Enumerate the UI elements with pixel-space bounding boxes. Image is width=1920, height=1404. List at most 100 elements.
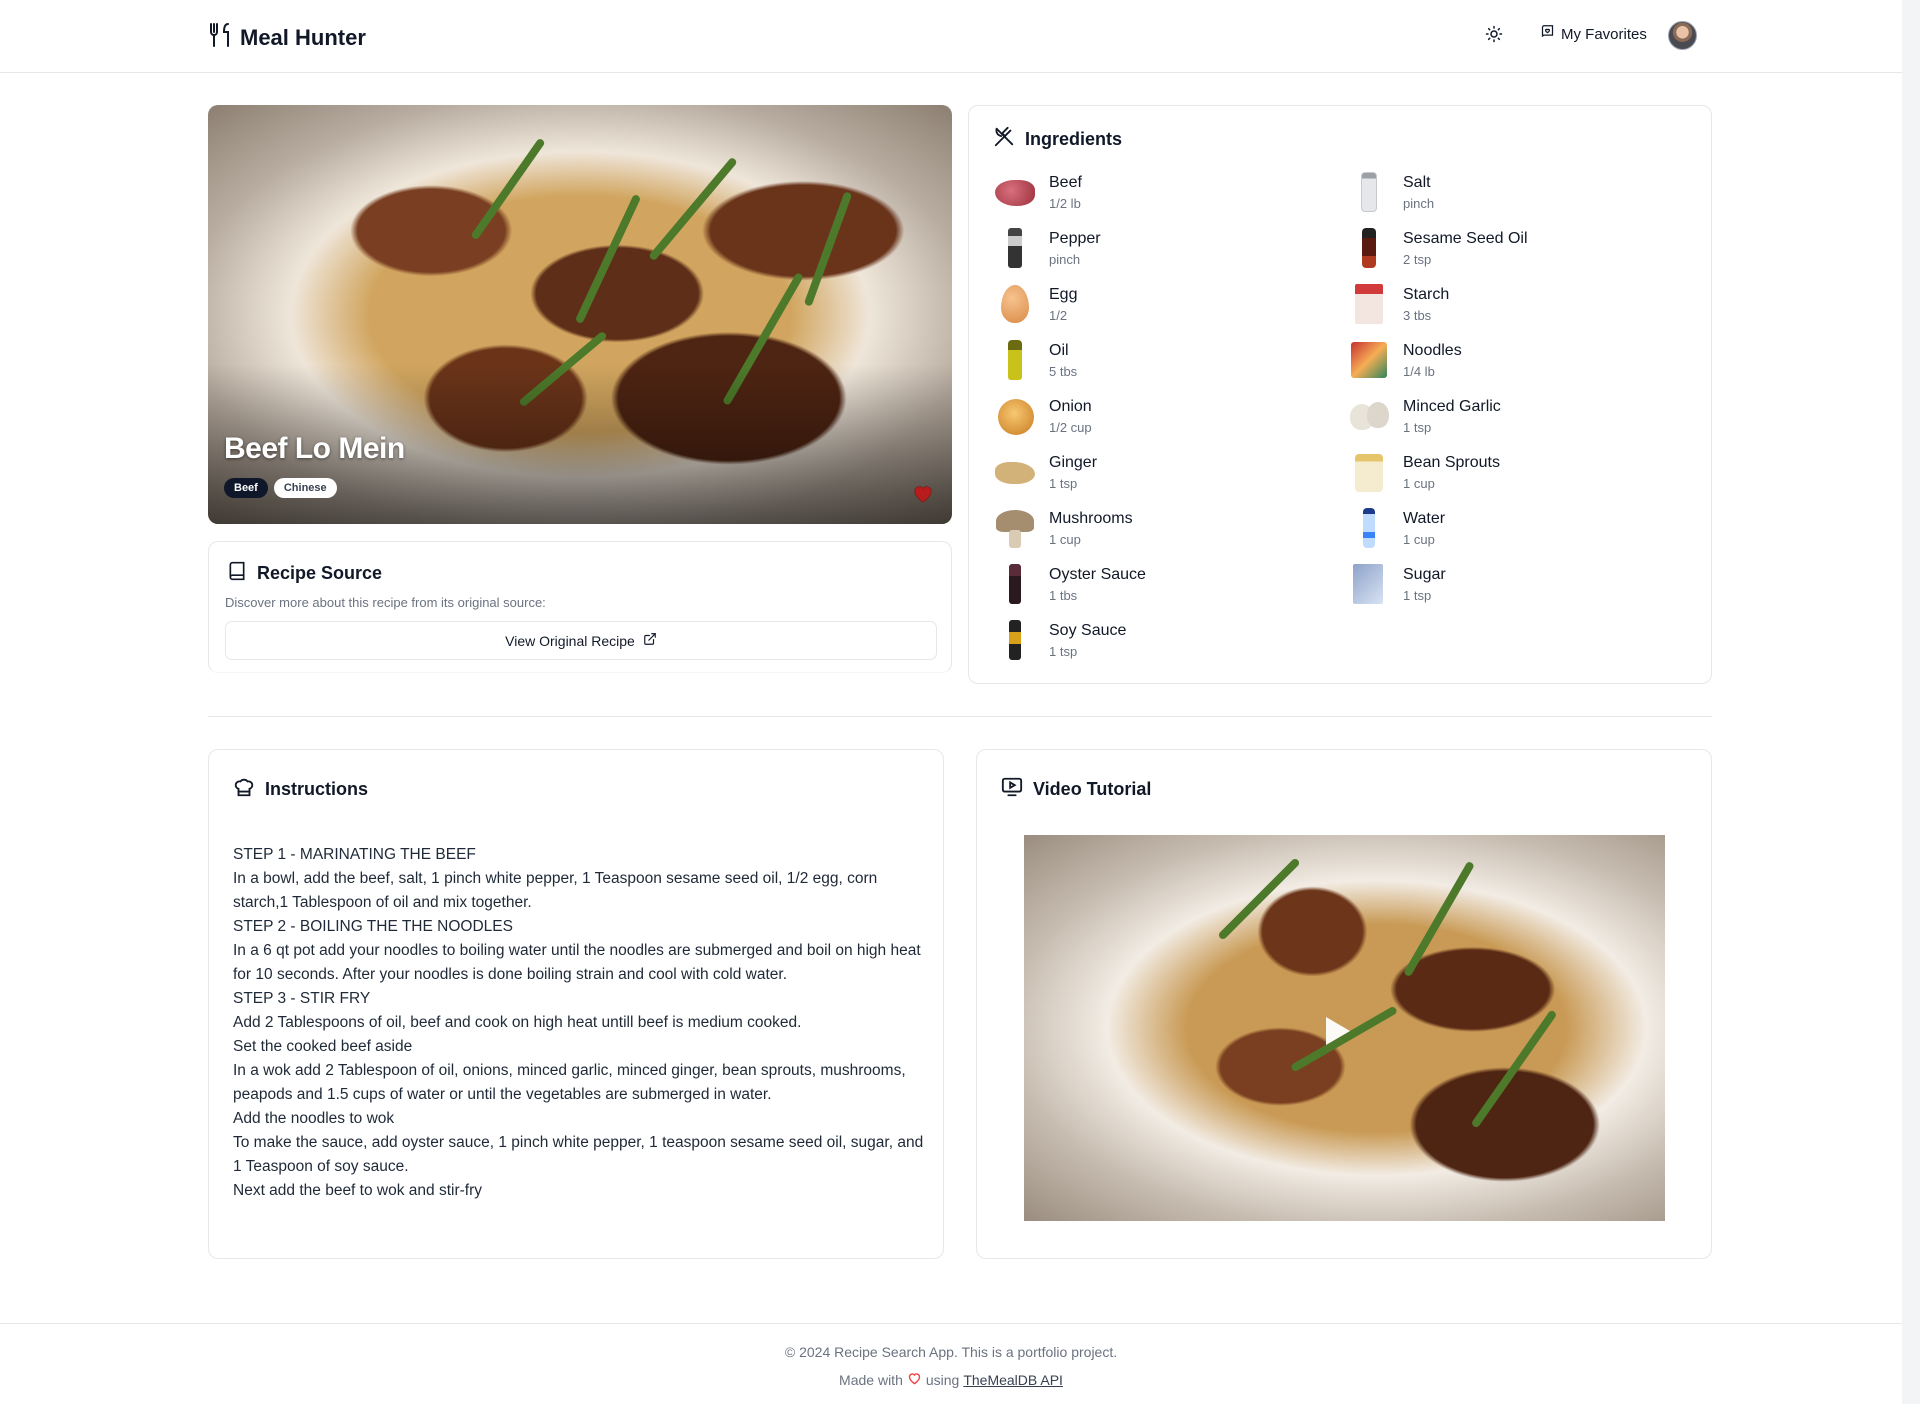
asparagus-shape bbox=[803, 191, 853, 307]
favorite-heart-button[interactable] bbox=[912, 483, 936, 505]
asparagus-shape bbox=[1217, 857, 1301, 941]
ingredient-quantity: pinch bbox=[1049, 251, 1081, 267]
footer: © 2024 Recipe Search App. This is a port… bbox=[0, 1323, 1902, 1404]
recipe-hero-image: Beef Lo Mein Beef Chinese bbox=[208, 105, 952, 524]
asparagus-shape bbox=[648, 156, 738, 262]
ingredient-item: Salt pinch bbox=[1347, 164, 1528, 220]
scrollbar-thumb[interactable] bbox=[1905, 6, 1917, 1394]
ingredient-quantity: 1 tsp bbox=[1403, 587, 1432, 603]
ingredient-item: Water 1 cup bbox=[1347, 500, 1528, 556]
ingredient-quantity: 1 cup bbox=[1049, 531, 1081, 547]
ingredient-name: Minced Garlic bbox=[1403, 397, 1501, 415]
view-original-recipe-label: View Original Recipe bbox=[505, 632, 635, 649]
theme-toggle-button[interactable] bbox=[1480, 22, 1508, 50]
view-original-recipe-button[interactable]: View Original Recipe bbox=[225, 621, 937, 660]
instruction-line: STEP 2 - BOILING THE THE NOODLES bbox=[233, 918, 513, 935]
instruction-line: STEP 3 - STIR FRY bbox=[233, 990, 371, 1007]
salt-icon bbox=[1347, 170, 1391, 214]
recipe-source-title: Recipe Source bbox=[257, 563, 383, 583]
ingredient-name: Noodles bbox=[1403, 341, 1462, 359]
ingredient-quantity: 1 tsp bbox=[1403, 419, 1432, 435]
external-link-icon bbox=[643, 632, 657, 649]
instruction-line: To make the sauce, add oyster sauce, 1 p… bbox=[233, 1134, 924, 1175]
ingredient-item: Oil 5 tbs bbox=[993, 332, 1146, 388]
noodles-icon bbox=[1347, 338, 1391, 382]
recipe-tags: Beef Chinese bbox=[224, 478, 337, 498]
ingredients-column-1: Beef 1/2 lb Pepper pinch Egg 1/2 Oil 5 tbs Onion… bbox=[993, 164, 1146, 668]
ingredient-item: Soy Sauce 1 tsp bbox=[993, 612, 1146, 668]
ingredient-text: Sugar 1 tsp bbox=[1403, 566, 1446, 603]
ingredient-quantity: 1 tbs bbox=[1049, 587, 1078, 603]
garlic-icon bbox=[1347, 394, 1391, 438]
instruction-line: Set the cooked beef aside bbox=[233, 1038, 413, 1055]
instruction-line: STEP 1 - MARINATING THE BEEF bbox=[233, 846, 476, 863]
ingredient-item: Onion 1/2 cup bbox=[993, 388, 1146, 444]
ingredient-item: Egg 1/2 bbox=[993, 276, 1146, 332]
my-favorites-button[interactable]: My Favorites bbox=[1540, 24, 1647, 44]
ingredient-text: Oyster Sauce 1 tbs bbox=[1049, 566, 1146, 603]
asparagus-shape bbox=[1470, 1009, 1558, 1129]
video-tutorial-title: Video Tutorial bbox=[1033, 779, 1152, 799]
ingredient-quantity: 2 tsp bbox=[1403, 251, 1432, 267]
pepper-icon bbox=[993, 226, 1037, 270]
ingredient-text: Mushrooms 1 cup bbox=[1049, 510, 1133, 547]
brand-title: Meal Hunter bbox=[240, 24, 366, 50]
asparagus-shape bbox=[574, 193, 642, 325]
ingredient-name: Soy Sauce bbox=[1049, 621, 1127, 639]
ingredient-name: Egg bbox=[1049, 285, 1078, 303]
chef-hat-icon bbox=[233, 776, 255, 803]
ingredient-quantity: 1/2 bbox=[1049, 307, 1068, 323]
mealdb-api-link[interactable]: TheMealDB API bbox=[963, 1372, 1063, 1388]
ingredient-name: Water bbox=[1403, 509, 1446, 527]
my-favorites-label: My Favorites bbox=[1561, 25, 1647, 43]
scrollbar[interactable] bbox=[1902, 0, 1920, 1404]
instructions-text: STEP 1 - MARINATING THE BEEF In a bowl, a… bbox=[233, 843, 933, 1203]
recipe-title: Beef Lo Mein bbox=[224, 432, 405, 465]
ingredient-quantity: 5 tbs bbox=[1049, 363, 1078, 379]
ingredient-text: Pepper pinch bbox=[1049, 230, 1101, 267]
ingredient-quantity: pinch bbox=[1403, 195, 1435, 211]
ingredient-name: Sesame Seed Oil bbox=[1403, 229, 1528, 247]
bean-sprouts-icon bbox=[1347, 450, 1391, 494]
recipe-source-card: Recipe Source Discover more about this r… bbox=[208, 541, 952, 673]
ingredient-name: Pepper bbox=[1049, 229, 1101, 247]
video-player[interactable] bbox=[1024, 835, 1665, 1221]
ingredients-header: Ingredients bbox=[993, 126, 1122, 153]
ingredient-text: Minced Garlic 1 tsp bbox=[1403, 398, 1501, 435]
egg-icon bbox=[993, 282, 1037, 326]
ingredient-item: Mushrooms 1 cup bbox=[993, 500, 1146, 556]
recipe-source-description: Discover more about this recipe from its… bbox=[225, 595, 546, 610]
onion-icon bbox=[993, 394, 1037, 438]
heart-outline-icon bbox=[907, 1371, 922, 1388]
ingredient-name: Ginger bbox=[1049, 453, 1098, 471]
sugar-icon bbox=[1347, 562, 1391, 606]
area-badge: Chinese bbox=[273, 478, 337, 498]
category-badge: Beef bbox=[224, 478, 268, 498]
ingredient-item: Beef 1/2 lb bbox=[993, 164, 1146, 220]
ingredient-name: Beef bbox=[1049, 173, 1082, 191]
ingredient-item: Oyster Sauce 1 tbs bbox=[993, 556, 1146, 612]
ingredient-text: Egg 1/2 bbox=[1049, 286, 1077, 323]
ingredient-name: Onion bbox=[1049, 397, 1092, 415]
water-icon bbox=[1347, 506, 1391, 550]
play-button[interactable] bbox=[1316, 1011, 1356, 1051]
oyster-sauce-icon bbox=[993, 562, 1037, 606]
instructions-header: Instructions bbox=[233, 776, 368, 803]
ingredient-quantity: 1/2 lb bbox=[1049, 195, 1081, 211]
ingredient-quantity: 1 cup bbox=[1403, 475, 1435, 491]
instruction-line: In a wok add 2 Tablespoon of oil, onions… bbox=[233, 1062, 906, 1103]
ingredient-name: Oil bbox=[1049, 341, 1069, 359]
user-avatar[interactable] bbox=[1668, 21, 1697, 50]
instruction-line: Next add the beef to wok and stir-fry bbox=[233, 1182, 482, 1199]
brand[interactable]: Meal Hunter bbox=[208, 22, 366, 53]
ingredient-item: Starch 3 tbs bbox=[1347, 276, 1528, 332]
ingredient-text: Starch 3 tbs bbox=[1403, 286, 1449, 323]
section-divider bbox=[208, 716, 1712, 717]
ingredient-name: Salt bbox=[1403, 173, 1431, 191]
oil-icon bbox=[993, 338, 1037, 382]
ingredient-item: Bean Sprouts 1 cup bbox=[1347, 444, 1528, 500]
ingredient-text: Oil 5 tbs bbox=[1049, 342, 1077, 379]
footer-made-with: Made with bbox=[839, 1371, 903, 1388]
ingredient-text: Bean Sprouts 1 cup bbox=[1403, 454, 1500, 491]
ingredient-text: Noodles 1/4 lb bbox=[1403, 342, 1462, 379]
